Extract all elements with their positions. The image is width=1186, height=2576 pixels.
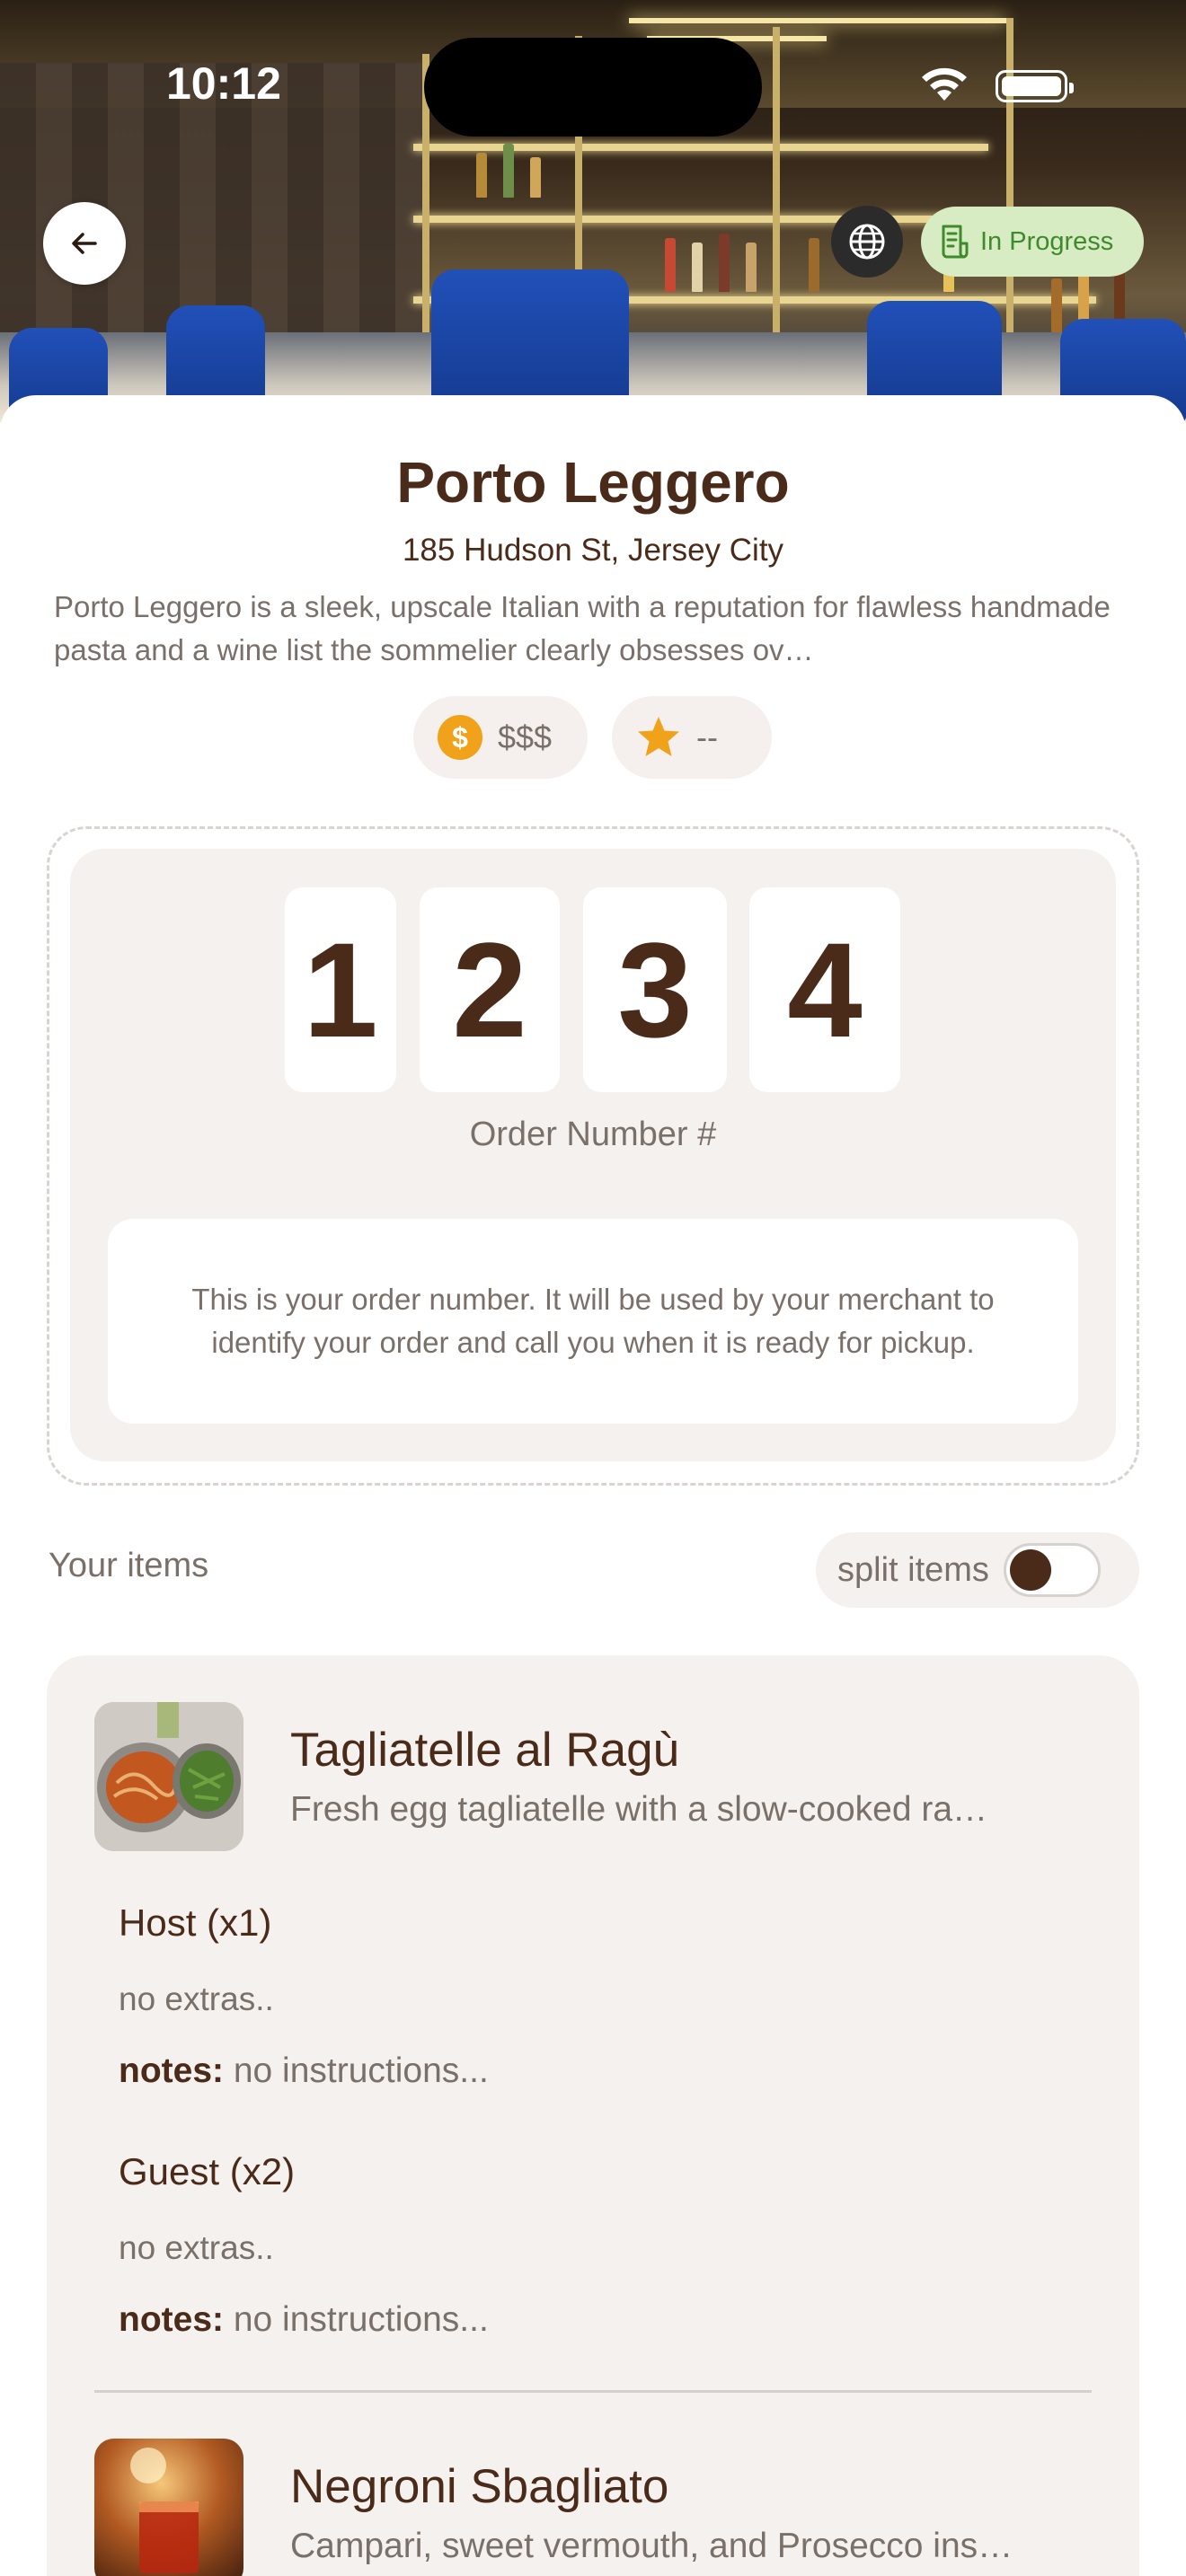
item-notes: notes: no instructions... bbox=[119, 2051, 489, 2091]
notes-value: no instructions... bbox=[224, 2300, 489, 2339]
toggle-knob bbox=[1009, 1549, 1051, 1591]
dynamic-island bbox=[424, 38, 762, 137]
restaurant-description[interactable]: Porto Leggero is a sleek, upscale Italia… bbox=[54, 586, 1132, 672]
order-digit: 4 bbox=[749, 887, 900, 1092]
rating-value: -- bbox=[696, 719, 718, 755]
order-status-badge: In Progress bbox=[921, 207, 1144, 277]
order-digit: 3 bbox=[583, 887, 727, 1092]
items-section-title: Your items bbox=[49, 1547, 209, 1584]
item-group-host: Host (x1) bbox=[119, 1901, 272, 1944]
item-image bbox=[94, 2439, 243, 2576]
item-extras: no extras.. bbox=[119, 2229, 274, 2266]
item-notes: notes: no instructions... bbox=[119, 2300, 489, 2340]
item-image bbox=[94, 1702, 243, 1851]
price-level-chip: $ $$$ bbox=[413, 696, 588, 779]
order-number-note: This is your order number. It will be us… bbox=[108, 1219, 1078, 1424]
back-button[interactable] bbox=[43, 202, 126, 285]
battery-icon bbox=[996, 70, 1074, 102]
split-items-label: split items bbox=[837, 1550, 989, 1589]
item-group-guest: Guest (x2) bbox=[119, 2150, 296, 2192]
globe-icon bbox=[849, 224, 885, 260]
item-description: Campari, sweet vermouth, and Prosecco in… bbox=[290, 2527, 1013, 2565]
star-icon bbox=[638, 717, 679, 756]
notes-value: no instructions... bbox=[224, 2051, 489, 2090]
dollar-coin-icon: $ bbox=[438, 715, 482, 760]
order-status-label: In Progress bbox=[980, 226, 1114, 256]
price-level: $$$ bbox=[498, 719, 553, 755]
arrow-left-icon bbox=[72, 233, 97, 254]
item-extras: no extras.. bbox=[119, 1981, 274, 2017]
status-time: 10:12 bbox=[166, 58, 281, 109]
order-digit: 1 bbox=[285, 887, 396, 1092]
page: 10:12 In Progress Porto Leggero 185 Huds… bbox=[0, 0, 1186, 2576]
svg-text:$: $ bbox=[452, 721, 468, 754]
split-items-control[interactable]: split items bbox=[816, 1532, 1139, 1608]
receipt-icon bbox=[942, 225, 969, 259]
notes-key: notes: bbox=[119, 2051, 224, 2090]
globe-button[interactable] bbox=[831, 206, 903, 278]
wifi-icon bbox=[922, 67, 967, 101]
split-items-toggle[interactable] bbox=[1003, 1543, 1101, 1597]
item-description: Fresh egg tagliatelle with a slow-cooked… bbox=[290, 1790, 988, 1829]
notes-key: notes: bbox=[119, 2300, 224, 2339]
order-number-label: Order Number # bbox=[469, 1116, 717, 1153]
item-name[interactable]: Negroni Sbagliato bbox=[290, 2459, 668, 2514]
restaurant-name: Porto Leggero bbox=[396, 450, 790, 515]
order-digit: 2 bbox=[420, 887, 560, 1092]
item-name[interactable]: Tagliatelle al Ragù bbox=[290, 1723, 679, 1778]
rating-chip: -- bbox=[612, 696, 772, 779]
restaurant-address: 185 Hudson St, Jersey City bbox=[402, 533, 784, 568]
item-divider bbox=[94, 2390, 1092, 2393]
